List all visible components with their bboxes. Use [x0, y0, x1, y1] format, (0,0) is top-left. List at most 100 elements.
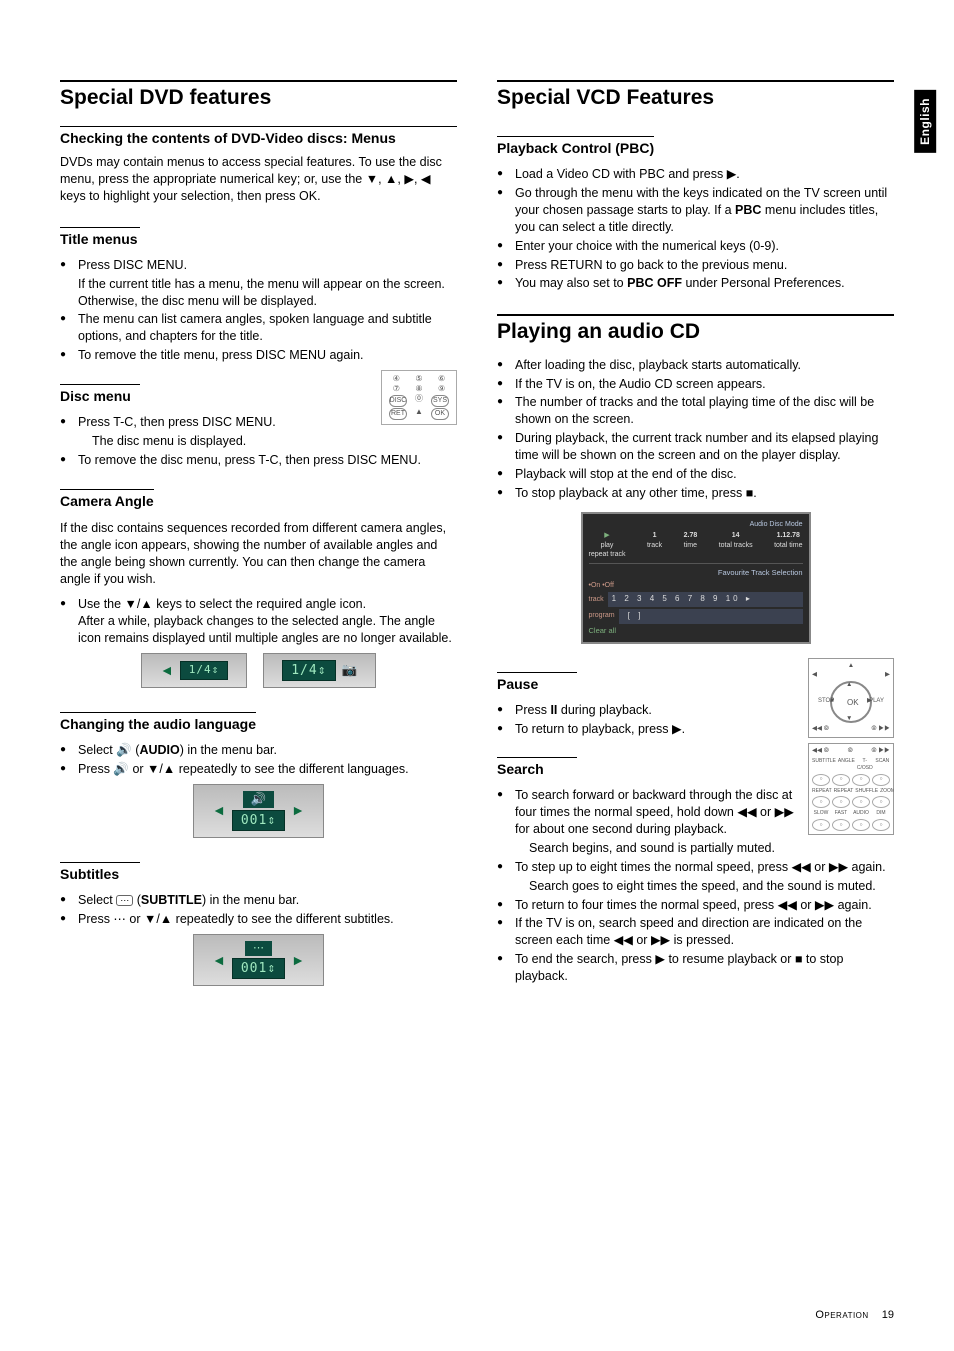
subtitles-li2: Press ⋯ or ▼/▲ repeatedly to see the dif… [60, 911, 457, 928]
track-nums: 1 2 3 4 5 6 7 8 9 10 ▸ [608, 592, 803, 607]
screen-mode: Audio Disc Mode [589, 520, 803, 529]
lcd-display: 1/4⇕ [282, 660, 335, 682]
time-label: time [684, 542, 697, 549]
heading-playing-audio-cd: Playing an audio CD [497, 314, 894, 346]
audio-lang-li1: Select 🔊 (AUDIO) in the menu bar. [60, 742, 457, 759]
text: Use the ▼/▲ keys to select the required … [78, 597, 366, 611]
right-column: Special VCD Features Playback Control (P… [497, 80, 894, 996]
subtitle-icon: ⋯ [245, 941, 272, 956]
search-li2: To step up to eight times the normal spe… [497, 859, 894, 895]
audiocd-li6: To stop playback at any other time, pres… [497, 485, 894, 502]
arrow-right-icon: ► [291, 951, 305, 970]
text-a: You may also set to [515, 276, 627, 290]
subtitle-icon: ⋯ [116, 895, 133, 906]
text-c: ) in the menu bar. [202, 893, 299, 907]
camera-li1: Use the ▼/▲ keys to select the required … [60, 596, 457, 647]
audiocd-li3: The number of tracks and the total playi… [497, 394, 894, 428]
time-num: 2.78 [684, 532, 698, 539]
text-bold: AUDIO [139, 743, 179, 757]
speaker-icon: 🔊 [243, 791, 275, 808]
audiocd-li4: During playback, the current track numbe… [497, 430, 894, 464]
text: To search forward or backward through th… [515, 788, 794, 836]
heading-title-menus: Title menus [60, 227, 140, 249]
speaker-icon: 🔊 [116, 743, 132, 757]
pbc-li2: Go through the menu with the keys indica… [497, 185, 894, 236]
text-a: Select [78, 893, 116, 907]
heading-special-dvd: Special DVD features [60, 80, 457, 112]
onoff-label: •On •Off [589, 581, 803, 590]
arrow-right-icon: ► [291, 801, 305, 820]
audio-lang-li2: Press 🔊 or ▼/▲ repeatedly to see the dif… [60, 761, 457, 778]
disc-menu-li1: Press T-C, then press DISC MENU. The dis… [60, 414, 457, 450]
para-checking: DVDs may contain menus to access special… [60, 154, 457, 205]
para-camera: If the disc contains sequences recorded … [60, 520, 457, 588]
text: Press T-C, then press DISC MENU. [78, 415, 276, 429]
text: Press DISC MENU. [78, 258, 187, 272]
subtitles-li1: Select ⋯ (SUBTITLE) in the menu bar. [60, 892, 457, 909]
text-bold: SUBTITLE [141, 893, 202, 907]
pause-li1: Press II during playback. [497, 702, 894, 719]
left-column: Special DVD features Checking the conten… [60, 80, 457, 996]
pbc-li3: Enter your choice with the numerical key… [497, 238, 894, 255]
audio-lang-thumb: ◄ 🔊 001⇕ ► [60, 784, 457, 838]
heading-special-vcd: Special VCD Features [497, 80, 894, 112]
text-c: ) in the menu bar. [180, 743, 277, 757]
text-bold: PBC [735, 203, 761, 217]
lcd-display: 001⇕ [232, 958, 285, 980]
heading-audio-language: Changing the audio language [60, 712, 256, 734]
total-time-label: total time [774, 542, 802, 549]
footer-page: 19 [882, 1309, 894, 1321]
pbc-li1: Load a Video CD with PBC and press ▶. [497, 166, 894, 183]
lcd-display: 001⇕ [232, 810, 285, 832]
arrow-left-icon: ◄ [212, 801, 226, 820]
clear-all-label: Clear all [589, 626, 803, 636]
heading-pause: Pause [497, 672, 577, 694]
heading-search: Search [497, 757, 577, 779]
text: To step up to eight times the normal spe… [515, 860, 886, 874]
text-a: Select [78, 743, 116, 757]
subtitles-thumb: ◄ ⋯ 001⇕ ► [60, 934, 457, 986]
lcd-display: 1/4⇕ [180, 661, 229, 680]
audiocd-li1: After loading the disc, playback starts … [497, 357, 894, 374]
program-row-label: program [589, 611, 615, 620]
disc-menu-li2: To remove the disc menu, press T-C, then… [60, 452, 457, 469]
audio-cd-screen: Audio Disc Mode ▶ play repeat track 1 track… [581, 512, 811, 644]
camera-thumb-1: ◄ 1/4⇕ [141, 653, 247, 689]
total-tracks-label: total tracks [719, 542, 753, 549]
search-li4: If the TV is on, search speed and direct… [497, 915, 894, 949]
text-b: under Personal Preferences. [682, 276, 845, 290]
heading-camera-angle: Camera Angle [60, 489, 154, 511]
search-li1-cont: Search begins, and sound is partially mu… [515, 840, 894, 857]
play-icon: ▶ [604, 532, 609, 539]
fts-label: Favourite Track Selection [589, 568, 803, 578]
title-menus-li1: Press DISC MENU. If the current title ha… [60, 257, 457, 310]
audiocd-li2: If the TV is on, the Audio CD screen app… [497, 376, 894, 393]
track-num: 1 [653, 532, 657, 539]
footer-section: Operation [815, 1309, 868, 1321]
camera-thumb-2: 1/4⇕ 📷 [263, 653, 376, 689]
search-li5: To end the search, press ▶ to resume pla… [497, 951, 894, 985]
repeat-label: repeat track [589, 551, 626, 558]
total-tracks-num: 14 [732, 532, 740, 539]
text-a: Press [515, 703, 550, 717]
track-label: track [647, 542, 662, 549]
camera-li1-cont: After a while, playback changes to the s… [78, 613, 457, 647]
title-menus-li2: The menu can list camera angles, spoken … [60, 311, 457, 345]
page-footer: Operation 19 [815, 1308, 894, 1323]
title-menus-li3: To remove the title menu, press DISC MEN… [60, 347, 457, 364]
camera-icon: 📷 [342, 662, 358, 679]
text-bold: PBC OFF [627, 276, 682, 290]
total-time-num: 1.12.78 [777, 532, 800, 539]
disc-menu-li1-cont: The disc menu is displayed. [78, 433, 457, 450]
text-b: during playback. [557, 703, 652, 717]
audiocd-li5: Playback will stop at the end of the dis… [497, 466, 894, 483]
language-tab: English [914, 90, 936, 153]
heading-disc-menu: Disc menu [60, 384, 140, 406]
text-b: ( [133, 893, 141, 907]
heading-checking-contents: Checking the contents of DVD-Video discs… [60, 126, 457, 148]
pbc-li4: Press RETURN to go back to the previous … [497, 257, 894, 274]
play-label: play [601, 542, 614, 549]
title-menus-li1-cont: If the current title has a menu, the men… [78, 276, 457, 310]
search-li3: To return to four times the normal speed… [497, 897, 894, 914]
arrow-left-icon: ◄ [160, 661, 174, 680]
